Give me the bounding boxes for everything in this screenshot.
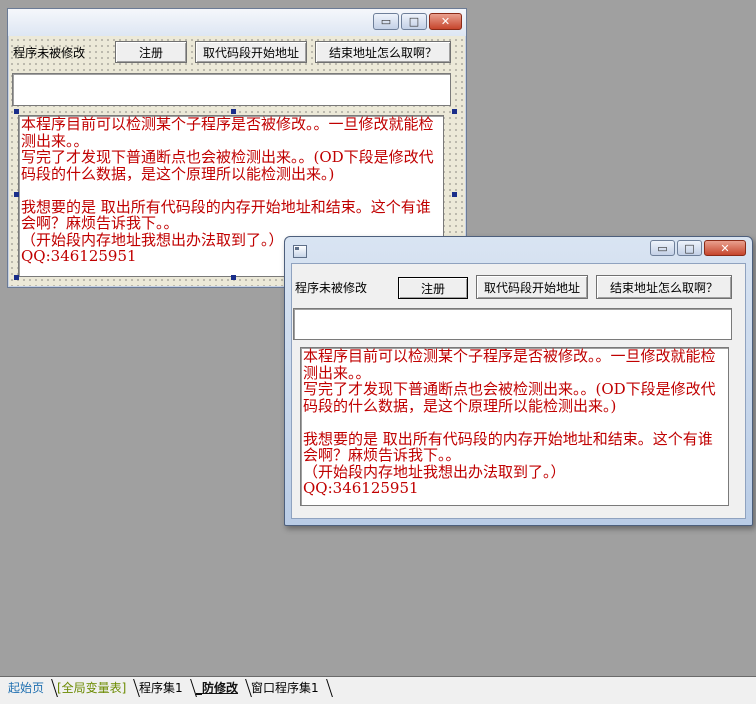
maximize-icon[interactable]: □ bbox=[677, 240, 702, 256]
register-button[interactable]: 注册 bbox=[115, 41, 187, 63]
running-form-window[interactable]: ▭ □ ✕ 程序未被修改 注册 取代码段开始地址 结束地址怎么取啊？ 本程序目前… bbox=[284, 236, 753, 526]
selection-handle[interactable] bbox=[452, 192, 457, 197]
address-input[interactable] bbox=[12, 73, 451, 106]
minimize-icon[interactable]: ▭ bbox=[650, 240, 675, 256]
minimize-icon[interactable]: ▭ bbox=[373, 13, 399, 30]
tab-global-variables[interactable]: [全局变量表] bbox=[48, 679, 141, 697]
design-caption-buttons: ▭ □ ✕ bbox=[373, 13, 462, 30]
status-label: 程序未被修改 bbox=[295, 281, 368, 295]
running-form-client: 程序未被修改 注册 取代码段开始地址 结束地址怎么取啊？ 本程序目前可以检测某个… bbox=[291, 263, 746, 519]
selection-handle[interactable] bbox=[14, 109, 19, 114]
tab-window-assembly-1[interactable]: 窗口程序集1 bbox=[242, 679, 333, 697]
selection-handle[interactable] bbox=[231, 109, 236, 114]
selection-handle[interactable] bbox=[452, 109, 457, 114]
info-memo[interactable]: 本程序目前可以检测某个子程序是否被修改。。一旦修改就能检测出来。。 写完了才发现… bbox=[300, 347, 729, 506]
run-caption-buttons: ▭ □ ✕ bbox=[650, 240, 746, 256]
register-button[interactable]: 注册 bbox=[398, 277, 468, 299]
get-code-start-button[interactable]: 取代码段开始地址 bbox=[476, 275, 588, 299]
editor-tab-strip: 起始页 [全局变量表] 程序集1 _防修改 窗口程序集1 bbox=[0, 676, 756, 704]
get-end-address-button[interactable]: 结束地址怎么取啊？ bbox=[596, 275, 732, 299]
maximize-icon[interactable]: □ bbox=[401, 13, 427, 30]
address-input[interactable] bbox=[293, 308, 732, 340]
selection-handle[interactable] bbox=[14, 192, 19, 197]
status-label[interactable]: 程序未被修改 bbox=[13, 44, 85, 61]
close-icon[interactable]: ✕ bbox=[704, 240, 746, 256]
close-icon[interactable]: ✕ bbox=[429, 13, 462, 30]
get-code-start-button[interactable]: 取代码段开始地址 bbox=[195, 41, 307, 63]
selection-handle[interactable] bbox=[14, 275, 19, 280]
get-end-address-button[interactable]: 结束地址怎么取啊？ bbox=[315, 41, 451, 63]
app-icon bbox=[293, 245, 307, 258]
selection-handle[interactable] bbox=[231, 275, 236, 280]
